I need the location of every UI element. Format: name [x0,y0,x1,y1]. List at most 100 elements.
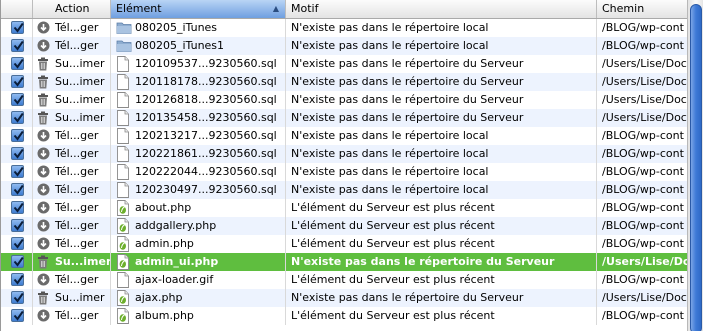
checkbox-cell [1,253,33,271]
sync-checkbox[interactable] [11,57,24,70]
sync-checkbox[interactable] [11,129,24,142]
table-row-selected[interactable]: Su...imer admin_ui.php N'existe pas dans l… [1,253,687,271]
header-action[interactable]: Action [33,0,111,18]
action-cell[interactable]: Tél...ger [33,199,111,217]
action-label: Tél...ger [55,273,99,286]
action-cell[interactable]: Tél...ger [33,181,111,199]
path-cell: /Users/Lise/Doc [602,93,687,106]
action-cell[interactable]: Su...imer [33,109,111,127]
action-cell[interactable]: Su...imer [33,253,111,271]
header-motif[interactable]: Motif [286,0,597,18]
motif-cell: L'élément du Serveur est plus récent [286,217,597,235]
download-icon [37,147,50,161]
php-file-icon [116,308,131,324]
sync-checkbox[interactable] [11,291,24,304]
download-icon [37,165,50,179]
action-cell[interactable]: Tél...ger [33,235,111,253]
checkbox-cell [1,73,33,91]
element-name: 080205_iTunes1 [135,39,225,52]
element-cell: 080205_iTunes [111,19,286,37]
action-cell[interactable]: Tél...ger [33,163,111,181]
path-cell: /Users/Lise/Doc [602,57,687,70]
table-row[interactable]: Su...imer ajax.php N'existe pas dans le ré… [1,289,687,307]
download-icon [37,201,50,215]
sync-checkbox[interactable] [11,147,24,160]
table-row[interactable]: Su...imer 120109537...9230560.sql N'existe… [1,55,687,73]
table-row[interactable]: Tél...ger admin.php L'élément du Serveur e… [1,235,687,253]
motif-cell: N'existe pas dans le répertoire du Serve… [286,55,597,73]
table-row[interactable]: Tél...ger album.php L'élément du Serveur e… [1,307,687,325]
trash-icon [37,93,50,107]
motif-cell: L'élément du Serveur est plus récent [286,271,597,289]
sync-checkbox[interactable] [11,237,24,250]
action-cell[interactable]: Tél...ger [33,145,111,163]
sync-checkbox[interactable] [11,21,24,34]
action-cell[interactable]: Tél...ger [33,217,111,235]
sync-checkbox[interactable] [11,75,24,88]
element-name: 120135458...9230560.sql [135,111,277,124]
element-name: 120222044...9230560.sql [135,165,277,178]
sync-file-list: Action Elément ▲ Motif Chemin Tél...ger 0… [0,0,703,331]
checkbox-cell [1,55,33,73]
sync-checkbox[interactable] [11,111,24,124]
sync-checkbox[interactable] [11,219,24,232]
sync-checkbox[interactable] [11,93,24,106]
action-cell[interactable]: Su...imer [33,73,111,91]
action-label: Tél...ger [55,147,99,160]
sync-checkbox[interactable] [11,255,24,268]
action-cell[interactable]: Su...imer [33,55,111,73]
checkbox-cell [1,109,33,127]
element-name: ajax.php [135,291,183,304]
vertical-scrollbar[interactable] [687,0,703,331]
table-row[interactable]: Tél...ger 120221861...9230560.sql N'existe… [1,145,687,163]
header-chemin[interactable]: Chemin [597,0,687,18]
sync-checkbox[interactable] [11,201,24,214]
action-label: Tél...ger [55,183,99,196]
path-cell: /BLOG/wp-cont [602,129,684,142]
table-row[interactable]: Tél...ger ajax-loader.gif L'élément du Ser… [1,271,687,289]
table-row[interactable]: Tél...ger 080205_iTunes N'existe pas dans … [1,19,687,37]
table-row[interactable]: Tél...ger 120213217...9230560.sql N'existe… [1,127,687,145]
motif-cell: L'élément du Serveur est plus récent [286,307,597,325]
sync-checkbox[interactable] [11,273,24,286]
column-header-bar: Action Elément ▲ Motif Chemin [1,0,687,19]
header-checkbox-column[interactable] [1,0,33,18]
sync-checkbox[interactable] [11,183,24,196]
table-row[interactable]: Tél...ger 120230497...9230560.sql N'existe… [1,181,687,199]
scrollbar-thumb[interactable] [690,4,702,331]
table-row[interactable]: Su...imer 120126818...9230560.sql N'existe… [1,91,687,109]
element-name: album.php [135,309,194,322]
table-row[interactable]: Su...imer 120135458...9230560.sql N'existe… [1,109,687,127]
php-file-icon [116,200,131,216]
checkbox-cell [1,19,33,37]
motif-cell: N'existe pas dans le répertoire du Serve… [286,109,597,127]
sync-checkbox[interactable] [11,39,24,52]
table-row[interactable]: Tél...ger 080205_iTunes1 N'existe pas dans… [1,37,687,55]
sync-checkbox[interactable] [11,165,24,178]
action-cell[interactable]: Su...imer [33,91,111,109]
download-icon [37,39,50,53]
path-cell: /BLOG/wp-cont [602,183,684,196]
action-cell[interactable]: Tél...ger [33,127,111,145]
path-cell: /BLOG/wp-cont [602,147,684,160]
element-name: admin.php [135,237,194,250]
action-label: Tél...ger [55,309,99,322]
table-row[interactable]: Tél...ger 120222044...9230560.sql N'existe… [1,163,687,181]
motif-cell: N'existe pas dans le répertoire local [286,163,597,181]
action-cell[interactable]: Tél...ger [33,19,111,37]
action-cell[interactable]: Tél...ger [33,271,111,289]
table-row[interactable]: Tél...ger about.php L'élément du Serveur e… [1,199,687,217]
action-cell[interactable]: Su...imer [33,289,111,307]
action-cell[interactable]: Tél...ger [33,37,111,55]
table-row[interactable]: Su...imer 120118178...9230560.sql N'existe… [1,73,687,91]
checkbox-cell [1,37,33,55]
header-element[interactable]: Elément ▲ [111,0,286,18]
checkbox-cell [1,181,33,199]
table-row[interactable]: Tél...ger addgallery.php L'élément du Serv… [1,217,687,235]
download-icon [37,219,50,233]
checkbox-cell [1,199,33,217]
element-name: 120126818...9230560.sql [135,93,277,106]
action-cell[interactable]: Tél...ger [33,307,111,325]
sync-checkbox[interactable] [11,309,24,322]
path-cell: /Users/Lise/Doc [602,255,687,268]
